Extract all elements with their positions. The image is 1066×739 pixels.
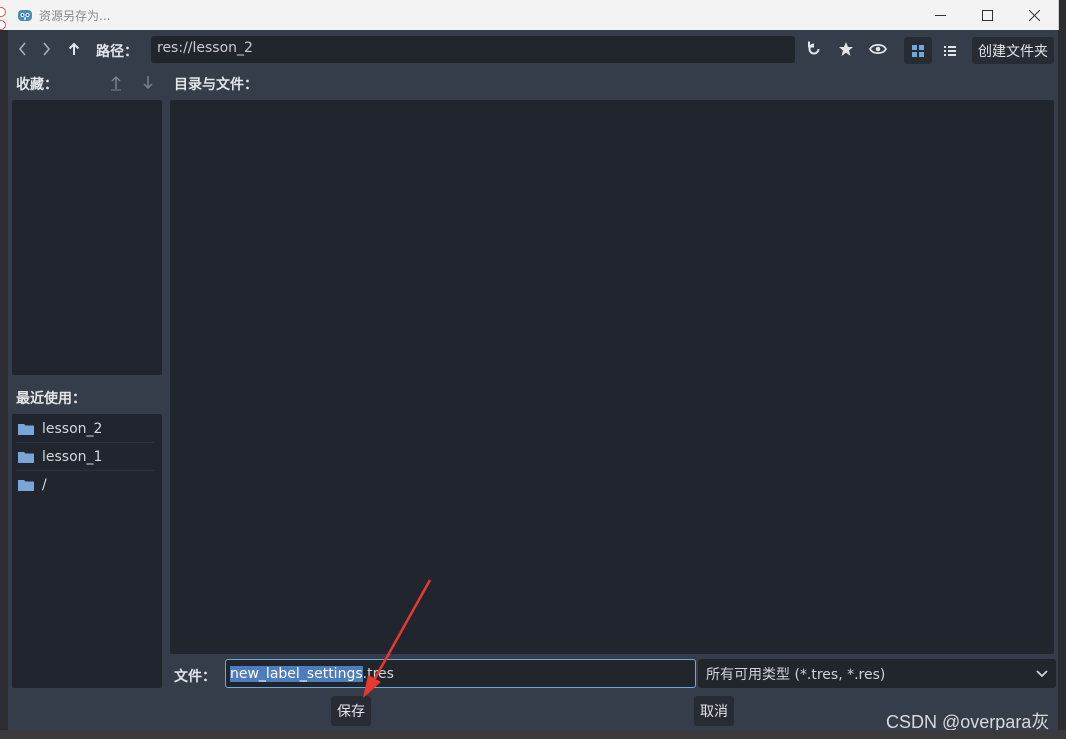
thumbnail-view-button[interactable] [904, 37, 932, 64]
recent-item-label: / [42, 476, 47, 493]
recent-label: 最近使用： [16, 391, 86, 407]
close-button[interactable] [1011, 0, 1058, 30]
grid-icon [912, 44, 924, 57]
path-input[interactable]: res://lesson_2 [151, 36, 795, 63]
move-favorite-up-icon[interactable] [109, 74, 123, 92]
file-name-selected: new_label_settings [230, 665, 363, 682]
recent-item-lesson-1[interactable]: lesson_1 [16, 443, 154, 471]
list-view-button[interactable] [936, 37, 964, 64]
directory-label: 目录与文件： [174, 77, 258, 93]
recent-item-label: lesson_2 [42, 420, 103, 437]
path-label: 路径： [96, 44, 138, 60]
folder-icon [18, 423, 34, 435]
file-label: 文件： [174, 669, 216, 685]
list-icon [944, 45, 956, 56]
save-as-dialog: 路径： res://lesson_2 创建文件夹 收藏： 最近使用： lesso… [8, 30, 1058, 730]
refresh-icon [808, 41, 820, 55]
maximize-icon [982, 9, 993, 21]
favorites-list[interactable] [12, 100, 162, 375]
recent-item-label: lesson_1 [42, 448, 103, 465]
favorite-button[interactable] [837, 40, 855, 58]
recent-item-lesson-2[interactable]: lesson_2 [16, 415, 154, 443]
recent-item-root[interactable]: / [16, 471, 154, 498]
folder-icon [18, 479, 34, 491]
maximize-button[interactable] [964, 0, 1011, 30]
minimize-icon [935, 14, 946, 16]
godot-logo-icon [18, 10, 32, 21]
cancel-button[interactable]: 取消 [694, 696, 734, 726]
file-type-filter-select[interactable]: 所有可用类型 (*.tres, *.res) [698, 659, 1056, 688]
star-icon [839, 42, 853, 56]
edge-marker [0, 20, 6, 30]
minimize-button[interactable] [917, 0, 964, 30]
toggle-hidden-button[interactable] [869, 40, 887, 58]
create-folder-button[interactable]: 创建文件夹 [972, 37, 1054, 64]
folder-icon [18, 451, 34, 463]
toolbar: 路径： res://lesson_2 创建文件夹 [8, 30, 1058, 68]
forward-button[interactable] [37, 40, 55, 58]
chevron-left-icon [18, 42, 26, 56]
arrow-up-icon [68, 42, 80, 55]
file-name-extension: .tres [362, 665, 394, 682]
chevron-right-icon [43, 42, 51, 56]
edge-marker [0, 7, 6, 17]
window-titlebar: 资源另存为... [0, 0, 1059, 30]
recent-list[interactable]: lesson_2 lesson_1 / [12, 414, 162, 688]
eye-icon [869, 43, 887, 55]
back-button[interactable] [14, 40, 32, 58]
move-favorite-down-icon[interactable] [141, 74, 155, 92]
save-button[interactable]: 保存 [331, 696, 371, 726]
favorites-label: 收藏： [16, 77, 58, 93]
chevron-down-icon [1036, 669, 1048, 677]
file-type-filter-value: 所有可用类型 (*.tres, *.res) [706, 666, 886, 683]
close-icon [1029, 9, 1040, 21]
file-browser-area[interactable] [170, 100, 1054, 654]
file-name-input[interactable]: new_label_settings .tres [225, 659, 696, 688]
window-title: 资源另存为... [39, 8, 111, 23]
parent-folder-button[interactable] [65, 40, 83, 58]
refresh-button[interactable] [805, 40, 823, 58]
taskbar-edge [0, 730, 1066, 739]
